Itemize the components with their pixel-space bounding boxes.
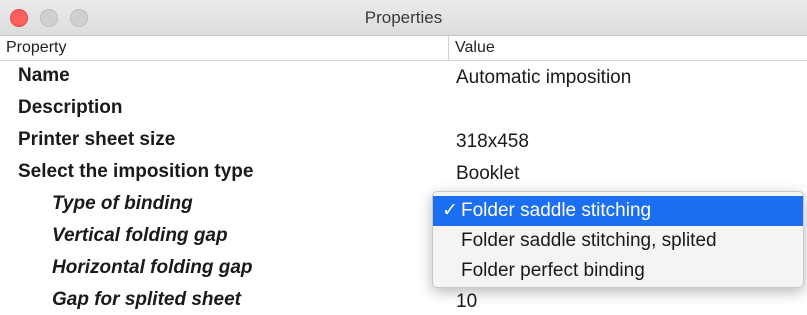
property-label: Vertical folding gap [52, 225, 228, 246]
dropdown-option-label: Folder saddle stitching [461, 200, 652, 221]
window-title: Properties [364, 8, 443, 27]
dropdown-option-label: Folder saddle stitching, splited [461, 230, 717, 251]
property-label: Gap for splited sheet [52, 289, 241, 310]
table-row-name[interactable]: Name Automatic imposition [0, 61, 807, 93]
table-header: Property Value [0, 36, 807, 61]
property-label: Horizontal folding gap [52, 257, 253, 278]
property-value[interactable]: Booklet [456, 163, 519, 185]
property-value[interactable]: 318x458 [456, 131, 529, 153]
property-label: Printer sheet size [18, 129, 176, 150]
property-label: Name [18, 65, 70, 86]
dropdown-option-perfect-binding[interactable]: Folder perfect binding [433, 256, 803, 286]
table-row-imposition-type[interactable]: Select the imposition type Booklet [0, 157, 807, 189]
table-row-gap-for-splited-sheet[interactable]: Gap for splited sheet 10 [0, 285, 807, 315]
column-header-property[interactable]: Property [6, 39, 66, 57]
window-titlebar: Properties [0, 0, 807, 36]
column-header-value[interactable]: Value [455, 39, 495, 57]
table-row-printer-sheet-size[interactable]: Printer sheet size 318x458 [0, 125, 807, 157]
checkmark-icon: ✓ [442, 200, 458, 221]
table-row-description[interactable]: Description [0, 93, 807, 125]
property-label: Description [18, 97, 123, 118]
dropdown-option-saddle-stitching-splited[interactable]: Folder saddle stitching, splited [433, 226, 803, 256]
column-divider[interactable] [448, 36, 449, 61]
property-label: Type of binding [52, 193, 193, 214]
property-value[interactable]: 10 [456, 291, 477, 313]
binding-type-dropdown[interactable]: ✓ Folder saddle stitching Folder saddle … [432, 191, 804, 288]
dropdown-option-saddle-stitching[interactable]: ✓ Folder saddle stitching [433, 196, 803, 226]
dropdown-option-label: Folder perfect binding [461, 260, 645, 281]
property-value[interactable]: Automatic imposition [456, 67, 631, 89]
property-label: Select the imposition type [18, 161, 254, 182]
